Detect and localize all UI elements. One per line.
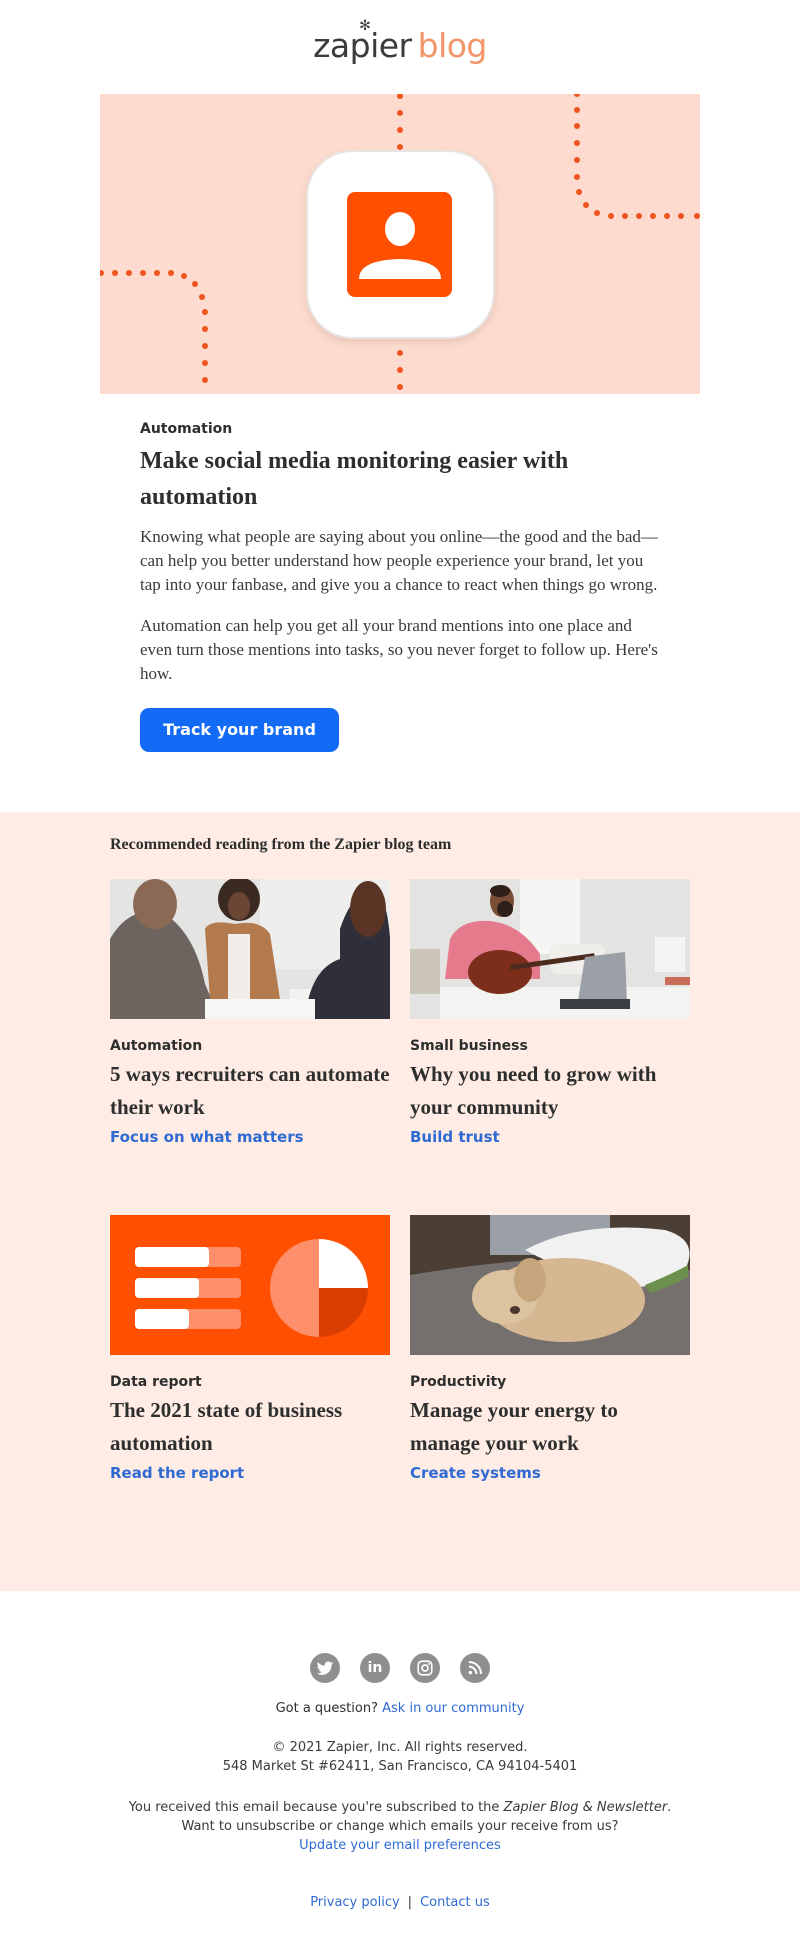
privacy-policy-link[interactable]: Privacy policy xyxy=(310,1895,399,1910)
copyright-text: © 2021 Zapier, Inc. All rights reserved. xyxy=(272,1740,528,1755)
twitter-icon[interactable] xyxy=(310,1653,340,1683)
recruiters-handshake-photo[interactable] xyxy=(110,879,390,1019)
recommended-reading-section: Recommended reading from the Zapier blog… xyxy=(0,812,800,1591)
card-title[interactable]: 5 ways recruiters can automate their wor… xyxy=(110,1058,390,1124)
email-preferences-link[interactable]: Update your email preferences xyxy=(299,1838,501,1853)
email-header: ✻ zapier blog xyxy=(0,0,800,94)
card-category: Automation xyxy=(110,1038,203,1054)
card-link[interactable]: Read the report xyxy=(110,1464,244,1482)
link-separator: | xyxy=(407,1895,413,1910)
subscription-notice: You received this email because you're s… xyxy=(0,1798,800,1855)
recommended-heading: Recommended reading from the Zapier blog… xyxy=(110,836,452,853)
recommended-card: Small business Why you need to grow with… xyxy=(410,879,690,1215)
recommended-card: Productivity Manage your energy to manag… xyxy=(410,1215,690,1551)
card-title[interactable]: The 2021 state of business automation xyxy=(110,1394,390,1460)
community-link[interactable]: Ask in our community xyxy=(382,1701,524,1716)
card-category: Data report xyxy=(110,1374,202,1390)
card-title[interactable]: Why you need to grow with your community xyxy=(410,1058,690,1124)
newsletter-name: Zapier Blog & Newsletter xyxy=(503,1800,668,1815)
recommended-grid: Automation 5 ways recruiters can automat… xyxy=(110,879,690,1551)
hero-illustration xyxy=(100,94,700,390)
linkedin-glyph: in xyxy=(367,1660,383,1676)
track-your-brand-button[interactable]: Track your brand xyxy=(140,708,339,752)
zapier-blog-logo[interactable]: ✻ zapier blog xyxy=(313,18,488,65)
footer-links: Privacy policy | Contact us xyxy=(0,1895,800,1910)
pie-graphic xyxy=(270,1239,368,1337)
logo-text-blog: blog xyxy=(417,25,488,65)
instagram-icon[interactable] xyxy=(410,1653,440,1683)
recommended-card: Data report The 2021 state of business a… xyxy=(110,1215,390,1551)
card-title[interactable]: Manage your energy to manage your work xyxy=(410,1394,690,1460)
article-paragraph: Automation can help you get all your bra… xyxy=(140,616,658,683)
hero-image[interactable] xyxy=(100,94,700,394)
unsubscribe-text: Want to unsubscribe or change which emai… xyxy=(181,1819,619,1834)
main-article: Automation Make social media monitoring … xyxy=(100,394,700,812)
question-text: Got a question? xyxy=(275,1701,378,1716)
card-link[interactable]: Focus on what matters xyxy=(110,1128,304,1146)
card-link[interactable]: Build trust xyxy=(410,1128,500,1146)
question-line: Got a question? Ask in our community xyxy=(0,1701,800,1716)
zapier-asterisk-icon: ✻ xyxy=(359,17,371,34)
subscription-line: You received this email because you're s… xyxy=(0,1798,800,1817)
person-contact-icon xyxy=(347,192,452,297)
article-category: Automation xyxy=(140,421,233,437)
data-report-illustration[interactable] xyxy=(110,1215,390,1355)
contact-us-link[interactable]: Contact us xyxy=(420,1895,490,1910)
linkedin-icon[interactable]: in xyxy=(360,1653,390,1683)
bar-graphic xyxy=(135,1247,241,1329)
copyright-block: © 2021 Zapier, Inc. All rights reserved.… xyxy=(0,1738,800,1776)
recommended-card: Automation 5 ways recruiters can automat… xyxy=(110,879,390,1215)
address-text: 548 Market St #62411, San Francisco, CA … xyxy=(222,1759,578,1774)
article-title[interactable]: Make social media monitoring easier with… xyxy=(140,443,660,515)
sleeping-dog-photo[interactable] xyxy=(410,1215,690,1355)
man-guitar-laptop-photo[interactable] xyxy=(410,879,690,1019)
subscription-suffix: . xyxy=(667,1800,672,1815)
card-category: Productivity xyxy=(410,1374,507,1390)
email-footer: in Got a question? Ask in our community … xyxy=(0,1591,800,1950)
card-link[interactable]: Create systems xyxy=(410,1464,541,1482)
rss-icon[interactable] xyxy=(460,1653,490,1683)
social-links: in xyxy=(0,1653,800,1683)
article-paragraph: Knowing what people are saying about you… xyxy=(140,527,658,594)
subscription-prefix: You received this email because you're s… xyxy=(128,1800,504,1815)
card-category: Small business xyxy=(410,1038,528,1054)
